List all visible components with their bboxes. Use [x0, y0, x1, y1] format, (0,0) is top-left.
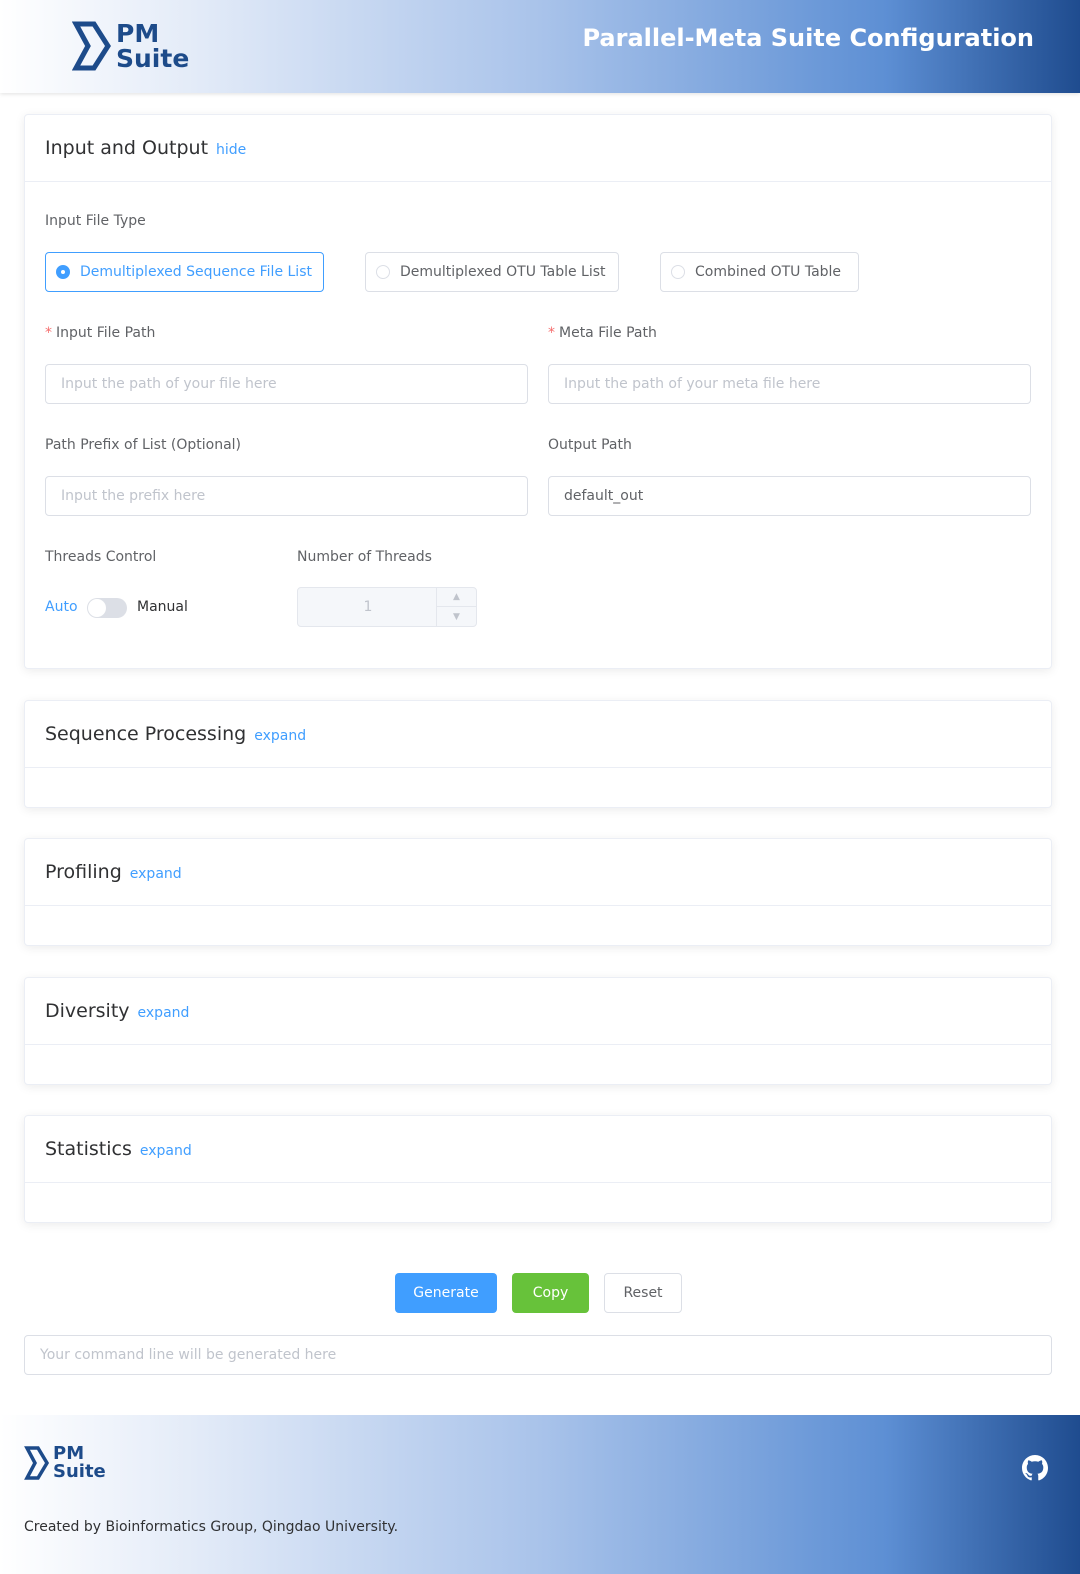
footer-logo: PM Suite [24, 1445, 106, 1481]
logo-text-suite: Suite [116, 44, 190, 73]
section-header: Profiling expand [25, 839, 1051, 906]
radio-demux-sequence[interactable]: Demultiplexed Sequence File List [45, 252, 324, 292]
section-diversity: Diversity expand [24, 977, 1052, 1085]
output-path-label: Output Path [548, 437, 632, 453]
switch-knob [88, 599, 106, 617]
section-header: Input and Output hide [25, 115, 1051, 182]
section-header: Diversity expand [25, 978, 1051, 1045]
radio-label: Demultiplexed OTU Table List [400, 264, 606, 280]
radio-label: Combined OTU Table [695, 264, 842, 280]
reset-button[interactable]: Reset [604, 1273, 682, 1313]
page-footer: PM Suite Created by Bioinformatics Group… [0, 1415, 1080, 1574]
threads-control-switch[interactable] [87, 598, 127, 618]
radio-checked-icon [56, 265, 70, 279]
chevron-up-icon[interactable]: ▲ [437, 588, 476, 607]
section-title: Input and Output [45, 137, 209, 159]
number-of-threads-label: Number of Threads [297, 549, 432, 565]
section-header: Statistics expand [25, 1116, 1051, 1183]
footer-credit: Created by Bioinformatics Group, Qingdao… [24, 1519, 399, 1535]
threads-value: 1 [363, 599, 373, 615]
switch-manual-label: Manual [137, 599, 188, 615]
sigma-icon [24, 1446, 50, 1480]
expand-link[interactable]: expand [254, 728, 306, 744]
section-title: Sequence Processing [45, 723, 247, 745]
required-mark: * [45, 325, 52, 341]
header-logo: PM Suite [72, 20, 189, 72]
required-mark: * [548, 325, 555, 341]
path-prefix-label: Path Prefix of List (Optional) [45, 437, 241, 453]
section-statistics: Statistics expand [24, 1115, 1052, 1223]
input-file-path-label: * Input File Path [45, 325, 155, 341]
switch-auto-label: Auto [45, 599, 78, 615]
radio-unchecked-icon [671, 265, 685, 279]
copy-button[interactable]: Copy [512, 1273, 589, 1313]
path-prefix-field[interactable] [45, 476, 528, 516]
input-file-path-field[interactable] [45, 364, 528, 404]
logo-text-suite: Suite [53, 1461, 106, 1482]
section-profiling: Profiling expand [24, 838, 1052, 946]
github-icon[interactable] [1022, 1455, 1048, 1481]
generate-button[interactable]: Generate [395, 1273, 497, 1313]
expand-link[interactable]: expand [138, 1005, 190, 1021]
expand-link[interactable]: expand [140, 1143, 192, 1159]
section-title: Statistics [45, 1138, 132, 1160]
sigma-icon [72, 21, 111, 71]
file-type-label: Input File Type [45, 213, 146, 229]
hide-link[interactable]: hide [216, 142, 246, 158]
section-title: Diversity [45, 1000, 130, 1022]
page-header: PM Suite Parallel-Meta Suite Configurati… [0, 0, 1080, 93]
threads-control-label: Threads Control [45, 549, 157, 565]
section-input-output: Input and Output hide Input File Type De… [24, 114, 1052, 669]
meta-file-path-label: * Meta File Path [548, 325, 657, 341]
section-title: Profiling [45, 861, 122, 883]
threads-stepper[interactable]: 1 ▲ ▼ [297, 587, 477, 627]
radio-combined-otu[interactable]: Combined OTU Table [660, 252, 859, 292]
input-file-path-label-text: Input File Path [56, 325, 156, 341]
meta-file-path-label-text: Meta File Path [559, 325, 657, 341]
section-sequence-processing: Sequence Processing expand [24, 700, 1052, 808]
output-path-field[interactable] [548, 476, 1031, 516]
command-output-field[interactable] [24, 1335, 1052, 1375]
page-title: Parallel-Meta Suite Configuration [582, 24, 1034, 52]
radio-demux-otu[interactable]: Demultiplexed OTU Table List [365, 252, 619, 292]
expand-link[interactable]: expand [130, 866, 182, 882]
radio-unchecked-icon [376, 265, 390, 279]
radio-label: Demultiplexed Sequence File List [80, 264, 312, 280]
chevron-down-icon[interactable]: ▼ [437, 607, 476, 626]
section-header: Sequence Processing expand [25, 701, 1051, 768]
meta-file-path-field[interactable] [548, 364, 1031, 404]
logo-text-pm: PM [116, 19, 160, 48]
